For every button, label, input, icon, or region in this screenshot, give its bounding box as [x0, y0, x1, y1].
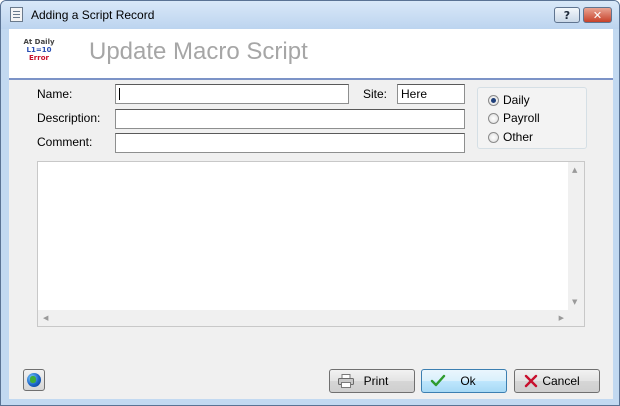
comment-field[interactable] [115, 133, 465, 153]
radio-unselected-icon [488, 112, 499, 124]
schedule-radio-group: Daily Payroll Other [477, 87, 587, 149]
name-label: Name: [37, 87, 73, 101]
header-panel: At Daily L1=10 Error Update Macro Script [9, 29, 613, 80]
x-icon [521, 373, 541, 389]
radio-other[interactable]: Other [488, 130, 533, 144]
text-caret [119, 88, 120, 100]
ok-label: Ok [460, 374, 476, 388]
cancel-button[interactable]: Cancel [514, 369, 600, 393]
radio-other-label: Other [503, 130, 534, 144]
page-title: Update Macro Script [89, 38, 308, 65]
scroll-up-icon[interactable]: ▲ [572, 166, 577, 174]
radio-daily-label: Daily [503, 93, 530, 107]
radio-selected-icon [488, 94, 499, 106]
site-label: Site: [363, 87, 388, 101]
vertical-scrollbar[interactable]: ▲ ▼ [568, 162, 584, 310]
radio-daily[interactable]: Daily [488, 93, 530, 107]
horizontal-scrollbar[interactable]: ◀ ▶ [38, 310, 568, 326]
dialog-window: Adding a Script Record ? ✕ At Daily L1=1… [0, 0, 620, 406]
script-editor[interactable]: ▲ ▼ ◀ ▶ [37, 161, 585, 327]
description-field[interactable] [115, 109, 465, 129]
scrollbar-corner [568, 310, 584, 326]
printer-icon [336, 373, 356, 389]
globe-button[interactable] [23, 369, 45, 391]
checkmark-icon [428, 373, 448, 389]
comment-label: Comment: [37, 135, 93, 149]
site-field[interactable]: Here [397, 84, 465, 104]
help-button[interactable]: ? [554, 7, 580, 23]
description-label: Description: [37, 111, 101, 125]
logo-line-3: Error [29, 54, 49, 62]
name-field[interactable] [115, 84, 349, 104]
scroll-right-icon[interactable]: ▶ [559, 314, 564, 322]
dialog-client: At Daily L1=10 Error Update Macro Script… [9, 29, 613, 399]
radio-unselected-icon [488, 131, 499, 143]
window-title: Adding a Script Record [31, 8, 155, 22]
close-button[interactable]: ✕ [583, 7, 612, 23]
scroll-left-icon[interactable]: ◀ [43, 314, 48, 322]
radio-payroll[interactable]: Payroll [488, 111, 540, 125]
print-button[interactable]: Print [329, 369, 415, 393]
globe-icon [27, 373, 41, 387]
print-label: Print [363, 374, 389, 388]
cancel-label: Cancel [542, 374, 580, 388]
title-bar[interactable]: Adding a Script Record ? ✕ [1, 1, 619, 29]
app-logo: At Daily L1=10 Error [22, 38, 56, 62]
ok-button[interactable]: Ok [421, 369, 507, 393]
logo-line-1: At Daily [23, 38, 55, 46]
window-menu-icon[interactable] [10, 7, 23, 22]
scroll-down-icon[interactable]: ▼ [572, 298, 577, 306]
radio-payroll-label: Payroll [503, 111, 540, 125]
logo-line-2: L1=10 [26, 46, 52, 54]
